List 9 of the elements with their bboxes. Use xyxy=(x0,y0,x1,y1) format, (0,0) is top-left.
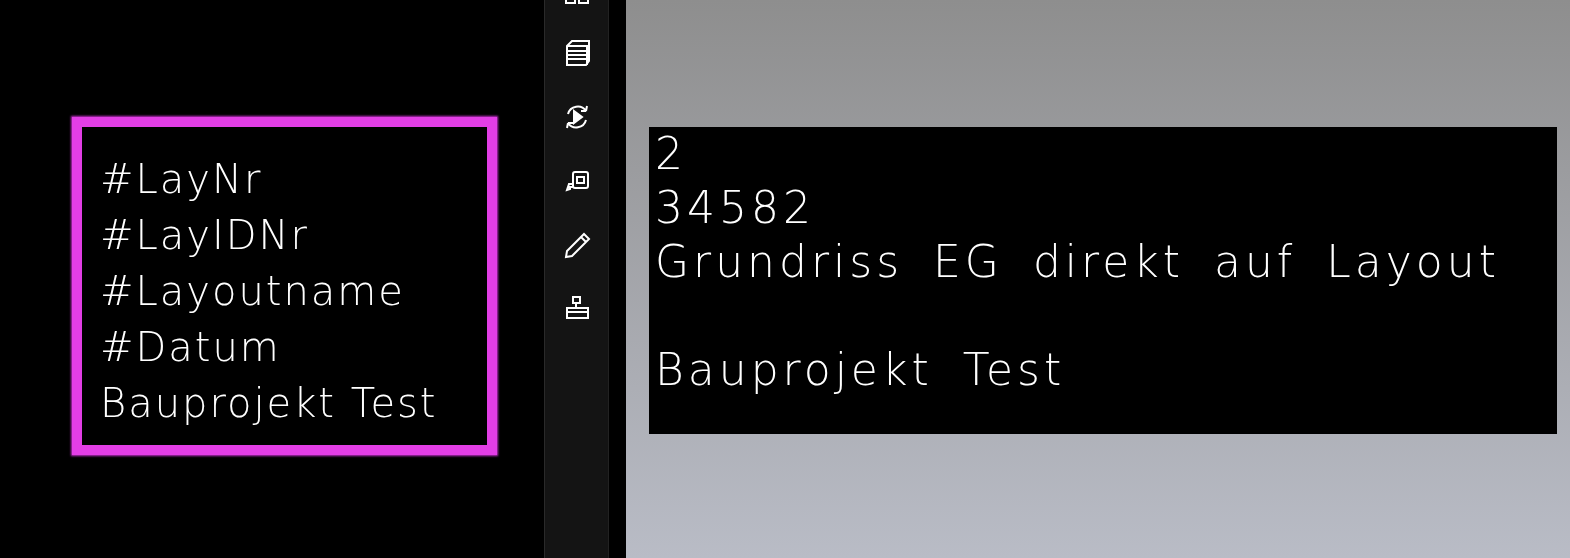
layout-text: 2 xyxy=(655,127,688,181)
layout-text: Bauprojekt Test xyxy=(655,343,1067,397)
title-block-text: Bauprojekt Test xyxy=(100,379,439,428)
title-block-text: #LayIDNr xyxy=(100,211,310,260)
title-block-text: #Datum xyxy=(100,323,282,372)
title-block-text: #LayNr xyxy=(100,155,264,204)
title-block-text: #Layoutname xyxy=(100,267,406,316)
layout-text: Grundriss EG direkt auf Layout xyxy=(655,235,1501,289)
layout-text: 34582 xyxy=(655,181,816,235)
